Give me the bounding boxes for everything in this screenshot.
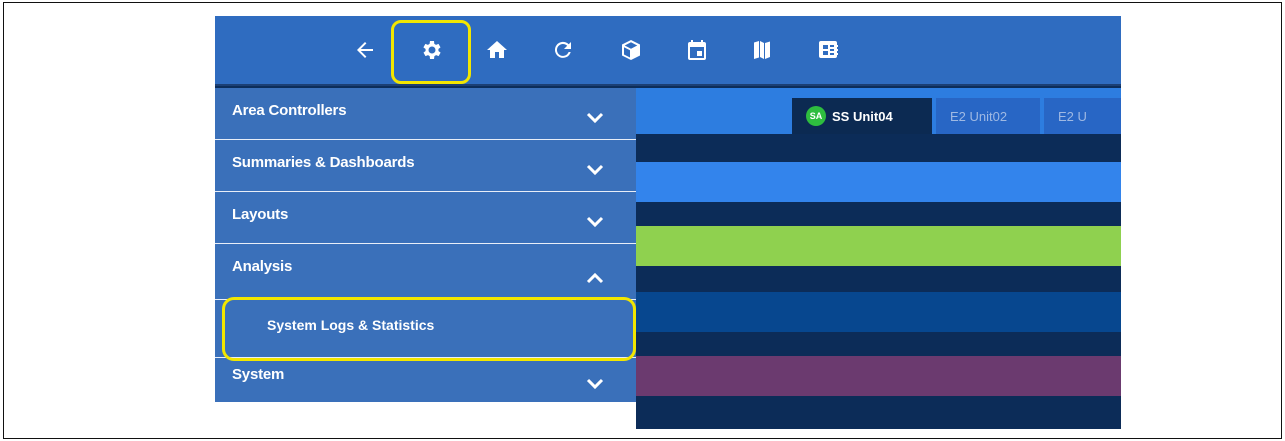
status-band [636,356,1121,396]
chevron-up-icon [586,272,604,284]
tab-bar: SA SS Unit04 E2 Unit02 E2 U [636,88,1121,134]
menu-item-label: System [232,366,285,383]
chevron-down-icon [586,164,604,176]
content-area: SA SS Unit04 E2 Unit02 E2 U [636,88,1121,429]
menu-item-label: Layouts [232,206,289,223]
submenu-highlight-box [222,297,636,361]
status-band [636,202,1121,226]
menu-item-system[interactable]: System [215,358,636,402]
cube-button[interactable] [611,30,651,70]
refresh-button[interactable] [543,30,583,70]
menu-item-analysis[interactable]: Analysis [215,244,636,300]
menu-item-label: Area Controllers [232,102,347,119]
menu-item-area-controllers[interactable]: Area Controllers [215,88,636,140]
back-arrow-icon [357,42,373,58]
chevron-down-icon [586,378,604,390]
tab-e2-unit-partial[interactable]: E2 U [1044,98,1121,134]
top-toolbar [215,16,1121,86]
status-badge: SA [806,106,826,126]
dashboard-button[interactable] [809,30,849,70]
app-window: Area Controllers Summaries & Dashboards … [215,16,1121,429]
menu-bottom-space [215,402,636,429]
status-band [636,162,1121,202]
tab-label: E2 U [1058,108,1087,124]
calendar-icon [688,40,706,60]
home-icon [487,41,507,58]
status-band [636,396,1121,429]
navigation-menu: Area Controllers Summaries & Dashboards … [215,88,636,402]
menu-item-label: Analysis [232,258,293,275]
status-band [636,292,1121,332]
map-button[interactable] [742,30,782,70]
dashboard-icon [819,41,838,58]
tab-e2-unit02[interactable]: E2 Unit02 [936,98,1040,134]
tab-ss-unit04[interactable]: SA SS Unit04 [792,98,932,134]
status-band [636,332,1121,356]
status-band [636,226,1121,266]
back-button[interactable] [345,30,385,70]
status-band [636,266,1121,292]
gear-highlight-box [391,20,471,84]
cube-icon [622,40,640,60]
chevron-down-icon [586,216,604,228]
tab-label: E2 Unit02 [950,108,1008,124]
status-band [636,134,1121,162]
map-icon [754,41,770,59]
refresh-icon [554,41,571,58]
calendar-button[interactable] [677,30,717,70]
tab-label: SS Unit04 [832,108,893,124]
chevron-down-icon [586,112,604,124]
menu-item-layouts[interactable]: Layouts [215,192,636,244]
home-button[interactable] [477,30,517,70]
menu-item-summaries-dashboards[interactable]: Summaries & Dashboards [215,140,636,192]
menu-item-label: Summaries & Dashboards [232,154,415,171]
